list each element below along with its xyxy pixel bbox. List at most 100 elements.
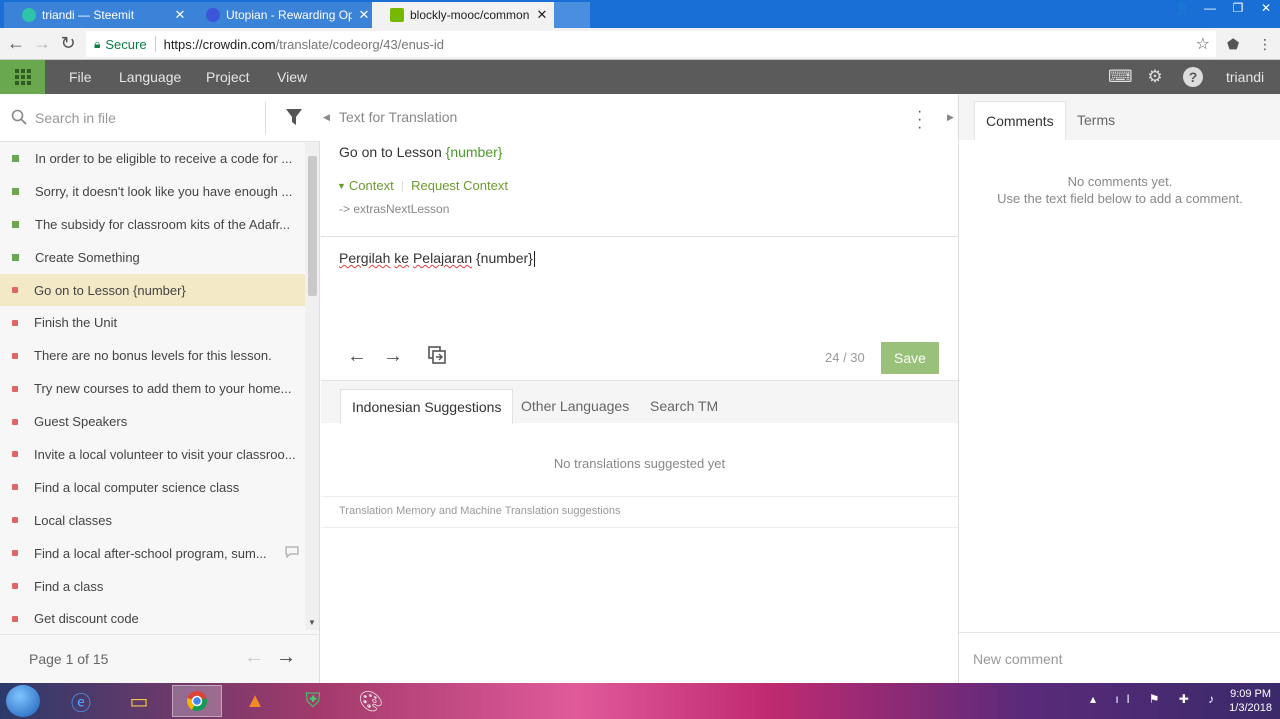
menu-file[interactable]: File <box>69 60 92 94</box>
tab-comments[interactable]: Comments <box>974 101 1066 140</box>
maximize-icon[interactable]: ❐ <box>1224 0 1252 18</box>
pagination: Page 1 of 15 ← → <box>0 634 320 683</box>
file-explorer-icon[interactable]: ▭ <box>114 685 164 717</box>
menu-project[interactable]: Project <box>206 60 250 94</box>
new-tab-button[interactable] <box>554 2 590 28</box>
new-comment-input[interactable] <box>973 648 1263 670</box>
clock[interactable]: 9:09 PM 1/3/2018 <box>1229 687 1272 715</box>
status-indicator <box>12 319 18 326</box>
tab-title: blockly-mooc/common.js <box>410 8 530 22</box>
forward-icon[interactable]: → <box>30 32 54 56</box>
empty-comments-line: No comments yet. <box>1067 174 1173 189</box>
system-tray[interactable]: ▴ ıl ⚑ ✚ ♪ <box>1090 692 1222 706</box>
list-item[interactable]: Find a local computer science class <box>0 471 305 504</box>
status-indicator <box>12 287 18 293</box>
previous-string-icon[interactable]: ← <box>347 345 367 368</box>
gear-icon[interactable]: ⚙ <box>1145 67 1165 87</box>
list-item[interactable]: Sorry, it doesn't look like you have eno… <box>0 175 305 208</box>
scroll-down-icon[interactable]: ▼ <box>308 618 316 627</box>
collapse-right-icon[interactable]: ▶ <box>947 112 954 123</box>
next-string-icon[interactable]: → <box>383 345 403 368</box>
scrollbar[interactable]: ▼ <box>305 142 319 630</box>
page-label: Page 1 of 15 <box>29 651 109 667</box>
list-item[interactable]: Find a local after-school program, sum..… <box>0 537 305 570</box>
browser-tab-blockly[interactable]: blockly-mooc/common.js ✕ <box>372 2 556 28</box>
translation-text[interactable]: Pergilah ke Pelajaran {number} <box>339 250 535 268</box>
paint-icon[interactable]: 🎨︎ <box>346 685 396 717</box>
translation-editor[interactable]: Pergilah ke Pelajaran {number} <box>321 237 958 334</box>
reload-icon[interactable]: ↻ <box>56 32 80 56</box>
request-context-link[interactable]: Request Context <box>411 178 508 193</box>
list-item[interactable]: Finish the Unit <box>0 306 305 339</box>
editor-toolbar: ← → 24 / 30 Save <box>321 334 958 380</box>
browser-tab-utopian[interactable]: Utopian - Rewarding Op ✕ <box>188 2 378 28</box>
collapse-left-icon[interactable]: ◀ <box>323 112 330 123</box>
status-indicator <box>12 187 19 195</box>
back-icon[interactable]: ← <box>4 32 28 56</box>
list-item-label: Find a local computer science class <box>34 479 240 495</box>
empty-comments-message: No comments yet. Use the text field belo… <box>959 173 1280 207</box>
previous-page-icon[interactable]: ← <box>244 646 264 669</box>
list-item[interactable]: Invite a local volunteer to visit your c… <box>0 438 305 471</box>
browser-tab-strip: triandi — Steemit ✕ Utopian - Rewarding … <box>0 0 1280 28</box>
search-input[interactable] <box>35 107 255 129</box>
next-page-icon[interactable]: → <box>276 646 296 669</box>
list-item[interactable]: Guest Speakers <box>0 405 305 438</box>
list-item[interactable]: Try new courses to add them to your home… <box>0 372 305 405</box>
minimize-icon[interactable]: — <box>1196 0 1224 18</box>
browser-tab-steemit[interactable]: triandi — Steemit ✕ <box>4 2 194 28</box>
more-options-icon[interactable]: · · · <box>917 104 922 136</box>
menu-language[interactable]: Language <box>119 60 181 94</box>
list-item[interactable]: Get discount code <box>0 602 305 630</box>
tab-title: triandi — Steemit <box>42 8 135 22</box>
list-item-label: Invite a local volunteer to visit your c… <box>34 446 296 462</box>
source-placeholder[interactable]: {number} <box>446 144 503 160</box>
context-row: ▼ Context | Request Context <box>337 178 508 193</box>
list-item[interactable]: The subsidy for classroom kits of the Ad… <box>0 208 305 241</box>
close-tab-icon[interactable]: ✕ <box>358 7 370 23</box>
menu-view[interactable]: View <box>277 60 307 94</box>
strings-panel: In order to be eligible to receive a cod… <box>0 94 320 683</box>
close-window-icon[interactable]: ✕ <box>1252 0 1280 18</box>
vlc-icon[interactable]: ▲ <box>230 685 280 717</box>
close-tab-icon[interactable]: ✕ <box>174 7 186 23</box>
list-item[interactable]: Go on to Lesson {number} <box>0 273 305 307</box>
empty-comments-line: Use the text field below to add a commen… <box>997 191 1243 206</box>
close-tab-icon[interactable]: ✕ <box>536 7 548 23</box>
strings-list: In order to be eligible to receive a cod… <box>0 142 305 630</box>
tab-search-tm[interactable]: Search TM <box>639 389 729 424</box>
user-profile-icon[interactable]: 👤 <box>1168 0 1196 18</box>
list-item-label: Find a local after-school program, sum..… <box>34 545 267 561</box>
chrome-taskbar-icon[interactable] <box>172 685 222 717</box>
list-item[interactable]: Create Something <box>0 241 305 274</box>
translation-word: ke <box>394 250 410 266</box>
keyboard-icon[interactable]: ⌨ <box>1108 67 1133 87</box>
list-item[interactable]: Local classes <box>0 504 305 537</box>
apps-grid-icon[interactable] <box>0 60 45 94</box>
help-icon[interactable]: ? <box>1183 67 1203 87</box>
caret-down-icon: ▼ <box>337 180 346 191</box>
shield-extension-icon[interactable]: ⬟ <box>1227 36 1239 53</box>
list-item[interactable]: Find a class <box>0 570 305 603</box>
address-bar[interactable]: 🔒︎ Secure https://crowdin.com/translate/… <box>86 31 1216 57</box>
comment-icon[interactable] <box>279 546 305 561</box>
context-key: -> extrasNextLesson <box>339 202 450 216</box>
tab-title: Utopian - Rewarding Op <box>226 8 352 22</box>
context-link[interactable]: Context <box>349 178 394 193</box>
list-item[interactable]: There are no bonus levels for this lesso… <box>0 339 305 372</box>
clock-date: 1/3/2018 <box>1229 702 1272 714</box>
filter-icon[interactable] <box>283 106 305 128</box>
copy-source-icon[interactable] <box>427 345 447 371</box>
start-button-icon[interactable] <box>6 685 40 717</box>
chrome-menu-icon[interactable]: ⋮ <box>1258 36 1272 53</box>
internet-explorer-icon[interactable]: ⓔ <box>56 685 106 717</box>
list-item[interactable]: In order to be eligible to receive a cod… <box>0 142 305 175</box>
save-button[interactable]: Save <box>881 342 939 374</box>
bookmark-star-icon[interactable]: ☆ <box>1196 34 1210 54</box>
security-shield-icon[interactable]: ⛨ <box>288 685 338 717</box>
tab-terms[interactable]: Terms <box>1066 101 1126 140</box>
tab-indonesian-suggestions[interactable]: Indonesian Suggestions <box>340 389 514 424</box>
user-menu[interactable]: triandi <box>1226 60 1264 94</box>
tab-other-languages[interactable]: Other Languages <box>510 389 640 424</box>
scrollbar-thumb[interactable] <box>308 156 317 296</box>
